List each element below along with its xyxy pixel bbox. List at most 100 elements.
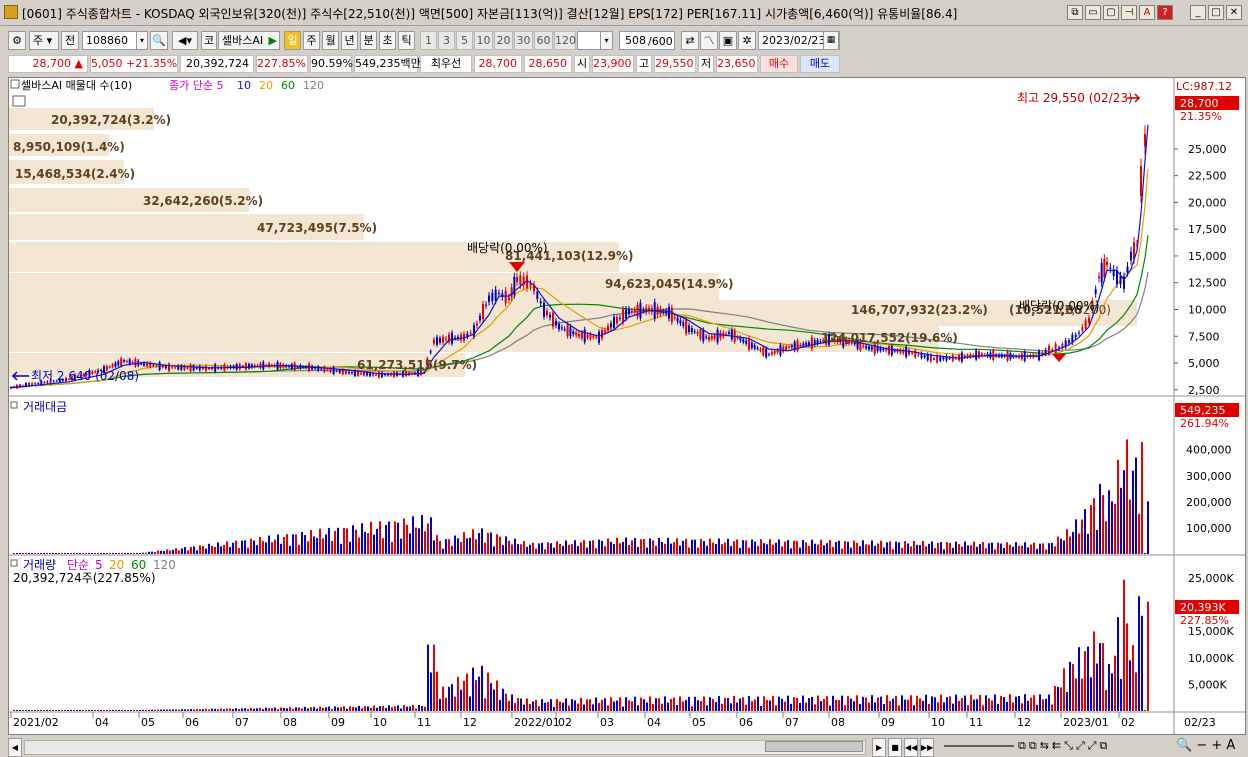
minute-preset-60[interactable]: 60 — [534, 31, 553, 50]
amount-bar — [1102, 495, 1104, 554]
volume-bar — [1048, 694, 1050, 711]
play-icon[interactable]: ▶ — [872, 738, 886, 757]
minute-preset-3[interactable]: 3 — [438, 31, 455, 50]
volume-bar — [214, 708, 216, 711]
minimize-button[interactable]: _ — [1190, 5, 1206, 20]
calendar-icon[interactable]: ▦ — [823, 31, 839, 50]
save-icon[interactable]: ▣ — [719, 31, 737, 50]
tool-icons[interactable]: ⧉⧉⇆⇇⤡⤢⤢⧉ — [1018, 739, 1110, 753]
volume-bar — [475, 680, 477, 711]
amount-bar — [292, 534, 294, 554]
buy-button[interactable]: 매수 — [760, 55, 798, 73]
amount-bar — [868, 544, 870, 554]
candle-body — [673, 317, 676, 319]
amount-bar — [601, 540, 603, 554]
window-pin-icon[interactable]: ⊣ — [1121, 5, 1137, 20]
period-select[interactable]: 주 ▾ — [29, 31, 59, 50]
scrollbar-track[interactable] — [24, 740, 866, 755]
interval-3[interactable]: 년 — [341, 31, 358, 50]
volume-bar — [220, 708, 222, 711]
amount-bar — [643, 539, 645, 554]
amount-bar — [490, 532, 492, 554]
candle-body — [759, 349, 762, 351]
stop-icon[interactable]: ■ — [888, 738, 902, 757]
interval-5[interactable]: 초 — [379, 31, 396, 50]
interval-2[interactable]: 월 — [322, 31, 339, 50]
window-tile-icon[interactable]: ▭ — [1085, 5, 1101, 20]
x-tick-label: 04 — [95, 716, 109, 729]
prev-button[interactable]: 전 — [61, 31, 79, 50]
sell-button[interactable]: 매도 — [800, 55, 840, 73]
scrollbar-thumb[interactable] — [765, 741, 863, 752]
chart-area[interactable]: 25,000 22,500 20,000 17,500 15,000 12,500 10,0… — [8, 77, 1246, 735]
step-forward-icon[interactable]: ▶▶ — [920, 738, 934, 757]
volume-bar — [1045, 698, 1047, 711]
zoom-icons[interactable]: 🔍 − + A — [1176, 738, 1235, 753]
volume-bar — [787, 695, 789, 711]
search-icon[interactable]: 🔍 — [150, 31, 168, 50]
interval-6[interactable]: 틱 — [398, 31, 415, 50]
help-icon[interactable]: ? — [1157, 5, 1173, 20]
volume-bar — [343, 706, 345, 711]
volume-bar — [517, 698, 519, 711]
volume-bar — [679, 696, 681, 711]
interval-4[interactable]: 분 — [360, 31, 377, 50]
maximize-button[interactable]: □ — [1208, 5, 1224, 20]
amount-bar — [274, 539, 276, 554]
amount-bar — [1030, 544, 1032, 554]
minute-preset-120[interactable]: 120 — [554, 31, 576, 50]
interval-0[interactable]: 일 — [284, 31, 301, 50]
scroll-left-icon[interactable]: ◀ — [8, 738, 22, 757]
volume-bar — [805, 702, 807, 711]
volume-bar — [178, 709, 180, 711]
market-label[interactable]: 코 — [201, 31, 217, 50]
volume-bar — [322, 707, 324, 711]
minute-preset-5[interactable]: 5 — [456, 31, 473, 50]
volume-bar — [295, 707, 297, 711]
amount-bar — [649, 538, 651, 554]
code-dropdown-icon[interactable]: ▾ — [136, 31, 148, 50]
interval-1[interactable]: 주 — [303, 31, 320, 50]
volume-bar — [958, 700, 960, 711]
volume-bar — [292, 708, 294, 711]
amount-bar — [919, 544, 921, 554]
amount-bar — [523, 541, 525, 554]
amount-bar — [268, 535, 270, 554]
candle-body — [363, 372, 365, 376]
font-icon[interactable]: A — [1139, 5, 1155, 20]
volume-bar — [742, 697, 744, 711]
amount-bar — [289, 545, 291, 554]
legend-ma-20: 20 — [259, 79, 273, 92]
gear-icon[interactable]: ✲ — [738, 31, 756, 50]
candle-body — [650, 307, 653, 312]
amount-bar — [343, 527, 345, 554]
step-back-icon[interactable]: ◀◀ — [904, 738, 918, 757]
zoom-slider[interactable] — [944, 745, 1014, 747]
speaker-icon[interactable]: ◀▾ — [172, 31, 198, 50]
minute-dropdown-icon[interactable]: ▾ — [600, 31, 613, 50]
amount-bar — [118, 552, 120, 554]
minute-preset-1[interactable]: 1 — [420, 31, 437, 50]
amount-bar — [544, 549, 546, 554]
chart-type-icon[interactable]: 〽 — [700, 31, 718, 50]
arrows-icon[interactable]: ⇄ — [681, 31, 699, 50]
volume-bar — [127, 709, 129, 711]
y-tick-label: 15,000 — [1188, 250, 1227, 263]
price-pct-tag: 21.35% — [1180, 110, 1222, 123]
amount-bar — [115, 552, 117, 554]
amount-bar — [787, 540, 789, 554]
volume-bar — [799, 702, 801, 711]
settings-icon[interactable]: ⚙ — [8, 31, 26, 50]
volume-bar — [463, 680, 465, 711]
minute-preset-30[interactable]: 30 — [514, 31, 533, 50]
candle-body — [628, 308, 630, 315]
candle-body — [1119, 275, 1122, 285]
stock-name[interactable]: 셀바스AI ▶ — [218, 31, 280, 50]
minute-preset-20[interactable]: 20 — [494, 31, 513, 50]
minute-preset-10[interactable]: 10 — [474, 31, 493, 50]
close-button[interactable]: ✕ — [1226, 5, 1242, 20]
window-cascade-icon[interactable]: ▢ — [1103, 5, 1119, 20]
quote-bid: 28,650 — [524, 55, 572, 73]
candle-body — [739, 337, 742, 341]
window-link-icon[interactable]: ⧉ — [1067, 5, 1083, 20]
